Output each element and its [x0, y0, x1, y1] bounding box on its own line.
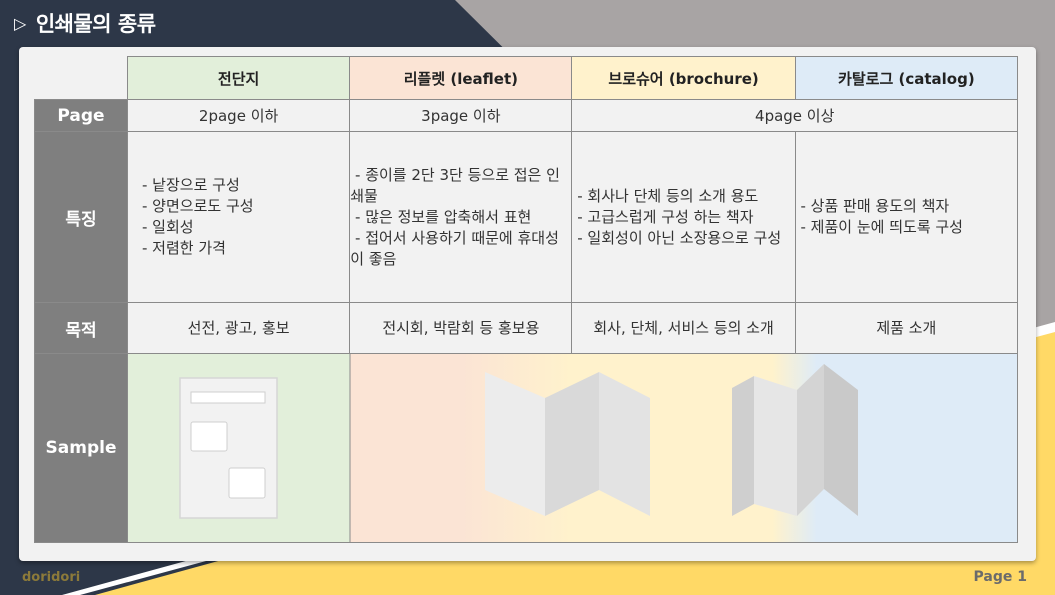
trifold-leaflet-icon: [485, 372, 650, 516]
corner-cell: [34, 56, 128, 100]
page-brochure-catalog: 4page 이상: [571, 99, 1018, 132]
header-row: 전단지 리플렛 (leaflet) 브로슈어 (brochure) 카탈로그 (…: [34, 56, 1019, 100]
play-triangle-outline-icon: ▷: [14, 13, 26, 33]
purpose-leaflet: 전시회, 박람회 등 홍보용: [349, 302, 573, 354]
features-catalog-text: - 상품 판매 용도의 책자 - 제품이 눈에 띄도록 구성: [800, 197, 964, 236]
features-brochure-text: - 회사나 단체 등의 소개 용도 - 고급스럽게 구성 하는 책자 - 일회성…: [577, 186, 782, 247]
page-row: Page 2page 이하 3page 이하 4page 이상: [34, 99, 1018, 132]
sample-illustrations: [128, 354, 1017, 542]
content-card: 전단지 리플렛 (leaflet) 브로슈어 (brochure) 카탈로그 (…: [19, 47, 1036, 561]
features-flyer-text: - 낱장으로 구성 - 양면으로도 구성 - 일회성 - 저렴한 가격: [142, 176, 254, 257]
purpose-catalog: 제품 소개: [794, 302, 1019, 354]
features-leaflet: - 종이를 2단 3단 등으로 접은 인쇄물 - 많은 정보를 압축해서 표현 …: [349, 131, 573, 303]
features-leaflet-text: - 종이를 2단 3단 등으로 접은 인쇄물 - 많은 정보를 압축해서 표현 …: [350, 165, 560, 268]
features-flyer: - 낱장으로 구성 - 양면으로도 구성 - 일회성 - 저렴한 가격: [126, 131, 351, 303]
flyer-sheet-icon: [179, 377, 278, 519]
sample-area: [127, 353, 1018, 543]
purpose-brochure: 회사, 단체, 서비스 등의 소개: [571, 302, 796, 354]
row-label-features: 특징: [34, 131, 128, 303]
footer-brand: doridori: [22, 570, 81, 585]
header-leaflet: 리플렛 (leaflet): [349, 56, 573, 100]
page-leaflet: 3page 이하: [349, 99, 573, 132]
slide-title-text: 인쇄물의 종류: [35, 12, 156, 36]
header-catalog: 카탈로그 (catalog): [794, 56, 1019, 100]
features-row: 특징 - 낱장으로 구성 - 양면으로도 구성 - 일회성 - 저렴한 가격 -…: [34, 131, 1019, 303]
header-brochure: 브로슈어 (brochure): [571, 56, 796, 100]
header-flyer: 전단지: [126, 56, 351, 100]
slide-title: ▷ 인쇄물의 종류: [14, 8, 156, 38]
sample-row: Sample: [34, 353, 1018, 543]
features-catalog: - 상품 판매 용도의 책자 - 제품이 눈에 띄도록 구성: [794, 131, 1019, 303]
row-label-page: Page: [34, 99, 128, 132]
row-label-purpose: 목적: [34, 302, 128, 354]
purpose-row: 목적 선전, 광고, 홍보 전시회, 박람회 등 홍보용 회사, 단체, 서비스…: [34, 302, 1019, 354]
features-brochure: - 회사나 단체 등의 소개 용도 - 고급스럽게 구성 하는 책자 - 일회성…: [571, 131, 796, 303]
page-flyer: 2page 이하: [126, 99, 351, 132]
purpose-flyer: 선전, 광고, 홍보: [126, 302, 351, 354]
print-types-table: 전단지 리플렛 (leaflet) 브로슈어 (brochure) 카탈로그 (…: [34, 56, 1019, 543]
page-number: Page 1: [973, 569, 1027, 585]
row-label-sample: Sample: [34, 353, 128, 543]
